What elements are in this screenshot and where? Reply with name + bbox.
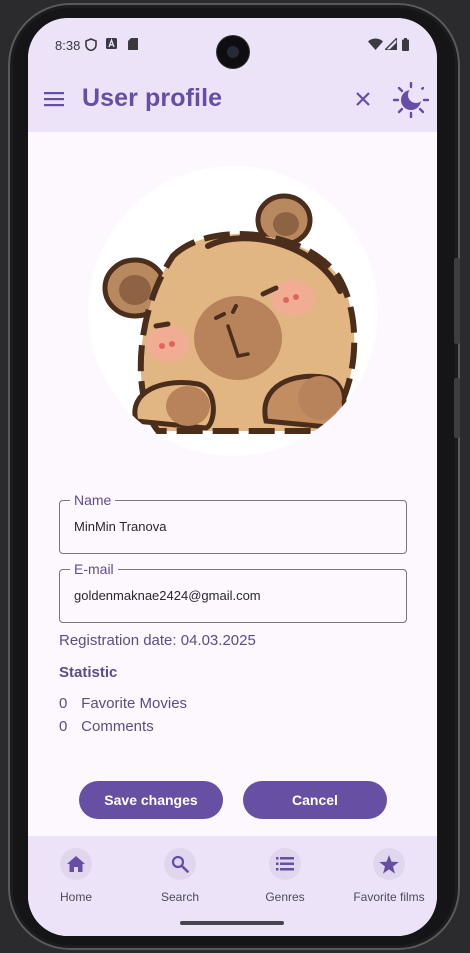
signal-icon bbox=[385, 38, 397, 50]
nav-item-home[interactable]: Home bbox=[28, 848, 127, 904]
menu-icon[interactable] bbox=[44, 91, 66, 109]
wifi-icon bbox=[368, 38, 383, 50]
nav-item-genres[interactable]: Genres bbox=[234, 848, 336, 904]
cancel-button[interactable]: Cancel bbox=[243, 781, 387, 819]
email-field-label: E-mail bbox=[70, 560, 118, 578]
sd-card-icon bbox=[128, 38, 138, 50]
home-icon bbox=[60, 848, 92, 880]
star-icon bbox=[373, 848, 405, 880]
status-time: 8:38 bbox=[55, 38, 81, 53]
email-field-value[interactable]: goldenmaknae2424@gmail.com bbox=[74, 588, 261, 603]
close-icon[interactable] bbox=[355, 91, 373, 109]
battery-icon bbox=[402, 38, 409, 51]
power-button bbox=[454, 378, 460, 438]
name-field-value[interactable]: MinMin Tranova bbox=[74, 519, 166, 534]
nav-item-search[interactable]: Search bbox=[129, 848, 231, 904]
stat-label: Comments bbox=[81, 718, 154, 735]
top-app-bar: 8:38 User profile bbox=[28, 18, 437, 132]
email-field[interactable]: E-mail goldenmaknae2424@gmail.com bbox=[59, 560, 407, 623]
page-title: User profile bbox=[82, 84, 223, 112]
a-badge-icon bbox=[106, 38, 117, 49]
save-changes-button[interactable]: Save changes bbox=[79, 781, 223, 819]
front-camera bbox=[217, 36, 249, 68]
search-icon bbox=[164, 848, 196, 880]
dark-mode-icon[interactable] bbox=[392, 81, 430, 119]
stat-favorite-movies: 0 Favorite Movies bbox=[59, 695, 187, 712]
home-indicator[interactable] bbox=[180, 921, 284, 925]
nav-label: Search bbox=[160, 890, 200, 904]
registration-date: Registration date: 04.03.2025 bbox=[59, 632, 256, 649]
stat-count: 0 bbox=[59, 695, 68, 712]
stat-label: Favorite Movies bbox=[81, 695, 188, 712]
nav-label: Home bbox=[59, 890, 92, 904]
volume-button bbox=[454, 258, 460, 344]
name-field[interactable]: Name MinMin Tranova bbox=[59, 491, 407, 554]
statistic-title: Statistic bbox=[59, 664, 118, 681]
nav-label: Genres bbox=[265, 890, 305, 904]
list-icon bbox=[269, 848, 301, 880]
app-screen: 8:38 User profile Name MinMin Tranova E-… bbox=[28, 18, 437, 936]
stat-count: 0 bbox=[59, 718, 68, 735]
name-field-label: Name bbox=[70, 491, 116, 509]
capybara-avatar[interactable] bbox=[88, 166, 378, 456]
nav-label: Favorite films bbox=[353, 890, 425, 904]
stat-comments: 0 Comments bbox=[59, 718, 154, 735]
nav-item-favorite-films[interactable]: Favorite films bbox=[338, 848, 437, 904]
shield-icon bbox=[85, 38, 97, 51]
